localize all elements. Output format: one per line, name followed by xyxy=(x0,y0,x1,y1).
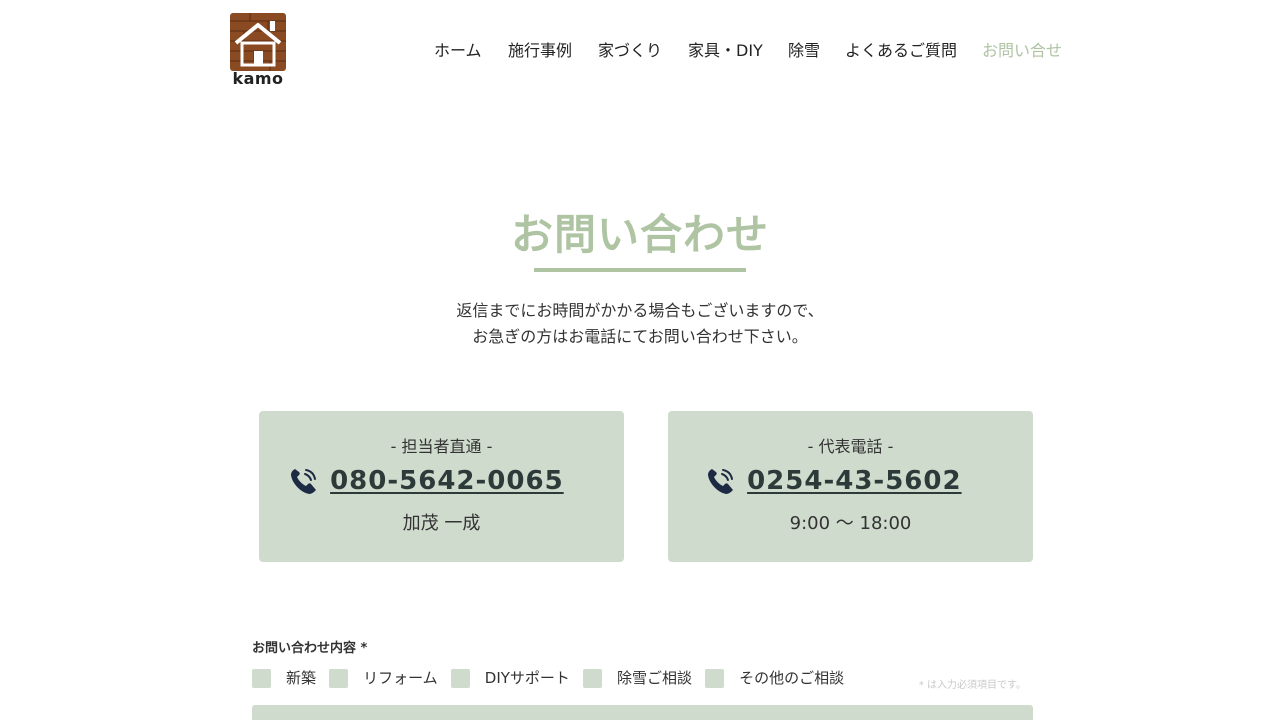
nav-item-works[interactable]: 施行事例 xyxy=(508,38,572,64)
nav-item-house-building[interactable]: 家づくり xyxy=(598,38,662,64)
site-header: kamo ホーム 施行事例 家づくり 家具・DIY 除雪 よくあるご質問 お問い… xyxy=(0,0,1280,100)
title-underline xyxy=(534,268,746,272)
checkbox-label: 新築 xyxy=(286,669,317,687)
main-nav: ホーム 施行事例 家づくり 家具・DIY 除雪 よくあるご質問 お問い合せ xyxy=(0,38,1280,64)
checkbox-label: その他のご相談 xyxy=(739,669,845,687)
checkbox-label: 除雪ご相談 xyxy=(617,669,693,687)
page-title: お問い合わせ xyxy=(510,210,769,259)
nav-item-faq[interactable]: よくあるご質問 xyxy=(845,38,957,64)
inquiry-type-label: お問い合わせ内容 * xyxy=(252,641,368,656)
required-note: * は入力必須項目です。 xyxy=(918,680,1026,691)
contact-card-label: - 担当者直通 - xyxy=(390,437,493,456)
checkbox-diy-support[interactable]: DIYサポート xyxy=(450,666,570,690)
checkbox-other[interactable]: その他のご相談 xyxy=(705,666,844,690)
checkbox-snow-consult[interactable]: 除雪ご相談 xyxy=(583,666,692,690)
intro-line-1: 返信までにお時間がかかる場合もございますので、 xyxy=(456,301,824,320)
intro-line-2: お急ぎの方はお電話にてお問い合わせ下さい。 xyxy=(472,327,808,346)
logo-wordmark: kamo xyxy=(232,69,284,88)
phone-row: 0254-43-5602 xyxy=(706,463,962,499)
intro-text: 返信までにお時間がかかる場合もございますので、 お急ぎの方はお電話にてお問い合わ… xyxy=(0,298,1280,350)
inquiry-type-options: 新築 リフォーム DIYサポート 除雪ご相談 その他のご相談 xyxy=(252,666,852,690)
contact-person-name: 加茂 一成 xyxy=(402,513,481,534)
nav-item-furniture-diy[interactable]: 家具・DIY xyxy=(688,38,763,64)
contact-card-direct: - 担当者直通 - 080-5642-0065 加茂 一成 xyxy=(259,411,624,562)
checkbox-box[interactable] xyxy=(450,668,470,688)
contact-card-main: - 代表電話 - 0254-43-5602 9:00 〜 18:00 xyxy=(668,411,1033,562)
checkbox-label: リフォーム xyxy=(363,669,438,687)
checkbox-box[interactable] xyxy=(252,668,271,688)
form-input-field[interactable] xyxy=(252,705,1033,720)
checkbox-box[interactable] xyxy=(329,668,349,688)
phone-number-link[interactable]: 0254-43-5602 xyxy=(747,463,962,499)
nav-item-contact[interactable]: お問い合せ xyxy=(982,38,1062,64)
nav-item-snow-removal[interactable]: 除雪 xyxy=(788,38,820,64)
checkbox-renovation[interactable]: リフォーム xyxy=(329,666,438,690)
checkbox-box[interactable] xyxy=(583,668,602,688)
title-section: お問い合わせ xyxy=(0,205,1280,265)
phone-number-link[interactable]: 080-5642-0065 xyxy=(330,463,564,499)
business-hours: 9:00 〜 18:00 xyxy=(789,513,912,534)
phone-icon xyxy=(291,469,316,494)
phone-icon xyxy=(708,469,733,494)
checkbox-label: DIYサポート xyxy=(484,669,570,687)
checkbox-box[interactable] xyxy=(705,668,725,688)
checkbox-new-build[interactable]: 新築 xyxy=(252,666,316,690)
nav-item-home[interactable]: ホーム xyxy=(434,38,482,64)
contact-card-label: - 代表電話 - xyxy=(807,437,894,456)
phone-row: 080-5642-0065 xyxy=(289,463,564,499)
